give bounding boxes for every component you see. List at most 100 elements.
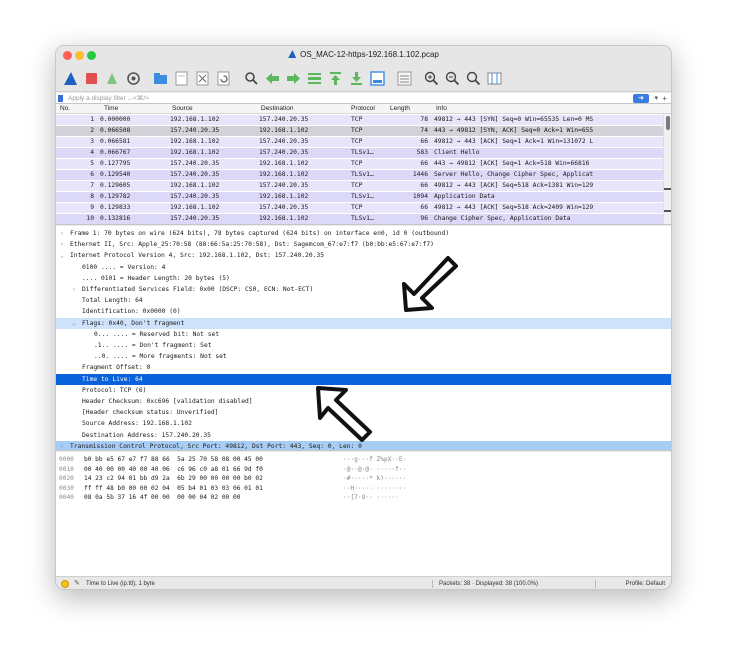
display-filter-input[interactable]: Apply a display filter ...<⌘/> xyxy=(68,93,149,104)
packet-cell-no: 5 xyxy=(90,160,94,167)
expand-chevron-icon[interactable]: ⌄ xyxy=(72,318,76,329)
detail-tree-text: .1.. .... = Don't fragment: Set xyxy=(94,342,212,349)
reload-file-icon[interactable] xyxy=(215,70,232,87)
column-header-time[interactable]: Time xyxy=(104,104,118,114)
packet-cell-info: Client Hello xyxy=(434,149,480,156)
packet-row[interactable]: 8 0.129782 157.240.20.35 192.168.1.102 TLSv1… xyxy=(56,192,671,203)
detail-tree-text: Destination Address: 157.240.20.35 xyxy=(82,431,211,439)
hex-dump-line[interactable]: 0030 ff ff 48 b0 00 00 02 04 05 b4 01 03 … xyxy=(56,484,671,494)
detail-tree-item[interactable]: 0100 .... = Version: 4 xyxy=(56,262,671,273)
column-header-protocol[interactable]: Protocol xyxy=(351,104,375,114)
detail-tree-item[interactable]: Identification: 0x0000 (0) xyxy=(56,306,671,317)
detail-tree-text: Protocol: TCP (6) xyxy=(82,386,147,394)
wireshark-window: OS_MAC-12-https-192.168.1.102.pcap Apply… xyxy=(55,45,672,590)
collapse-chevron-icon[interactable]: › xyxy=(72,284,76,295)
column-header-source[interactable]: Source xyxy=(172,104,193,114)
detail-tree-item[interactable]: Fragment Offset: 0 xyxy=(56,362,671,373)
packet-cell-proto: TCP xyxy=(351,138,363,145)
stop-capture-icon[interactable] xyxy=(83,70,100,87)
hex-dump-line[interactable]: 0010 00 40 00 00 40 00 40 06 c6 96 c0 a8 … xyxy=(56,465,671,475)
resize-columns-icon[interactable] xyxy=(486,70,503,87)
add-filter-button[interactable]: + xyxy=(662,93,667,104)
packet-cell-dst: 157.240.20.35 xyxy=(259,204,309,211)
go-to-packet-icon[interactable] xyxy=(306,70,323,87)
packet-cell-len: 1094 xyxy=(412,193,428,200)
packet-cell-dst: 157.240.20.35 xyxy=(259,116,309,123)
bookmark-icon[interactable] xyxy=(58,95,63,102)
detail-tree-text: Ethernet II, Src: Apple_25:70:58 (88:66:… xyxy=(70,241,434,249)
detail-tree-item[interactable]: 0... .... = Reserved bit: Not set xyxy=(56,329,671,340)
capture-options-icon[interactable] xyxy=(125,70,142,87)
packet-cell-dst: 157.240.20.35 xyxy=(259,138,309,145)
zoom-in-icon[interactable] xyxy=(423,70,440,87)
expand-chevron-icon[interactable]: ⌄ xyxy=(60,250,64,261)
detail-tree-text: .... 0101 = Header Length: 20 bytes (5) xyxy=(82,274,230,282)
hex-dump-line[interactable]: 0020 14 23 c2 94 01 bb d9 2a 6b 29 00 00 … xyxy=(56,474,671,484)
packet-row[interactable]: 2 0.066508 157.240.20.35 192.168.1.102 TCP 74… xyxy=(56,126,671,137)
packet-cell-proto: TLSv1… xyxy=(351,215,374,222)
packet-cell-len: 78 xyxy=(420,116,428,123)
autoscroll-icon[interactable] xyxy=(369,70,386,87)
close-file-icon[interactable] xyxy=(194,70,211,87)
detail-tree-item[interactable]: ⌄ Internet Protocol Version 4, Src: 192.1… xyxy=(56,250,671,261)
packet-row[interactable]: 1 0.000000 192.168.1.102 157.240.20.35 TCP 78… xyxy=(56,115,671,126)
packet-list: No. Time Source Destination Protocol Len… xyxy=(56,104,671,225)
detail-tree-item[interactable]: › Frame 1: 70 bytes on wire (624 bits), 7… xyxy=(56,228,671,239)
go-forward-icon[interactable] xyxy=(285,70,302,87)
edit-comment-icon[interactable]: ✎ xyxy=(74,577,80,589)
go-to-last-packet-icon[interactable] xyxy=(348,70,365,87)
detail-tree-item[interactable]: ⌄ Flags: 0x40, Don't fragment xyxy=(56,317,671,329)
packet-cell-proto: TCP xyxy=(351,127,363,134)
packet-row[interactable]: 10 0.132816 157.240.20.35 192.168.1.102 TLSv… xyxy=(56,214,671,224)
packet-row[interactable]: 6 0.129540 157.240.20.35 192.168.1.102 TLSv1… xyxy=(56,170,671,181)
packet-cell-info: 443 → 49812 [ACK] Seq=1 Ack=518 Win=6681… xyxy=(434,160,590,167)
status-profile[interactable]: Profile: Default xyxy=(626,577,665,589)
open-file-icon[interactable] xyxy=(152,70,169,87)
packet-cell-src: 157.240.20.35 xyxy=(170,193,220,200)
go-to-first-packet-icon[interactable] xyxy=(327,70,344,87)
hex-dump-hex: ff ff 48 b0 00 00 02 04 05 b4 01 03 03 0… xyxy=(84,484,263,492)
packet-cell-no: 7 xyxy=(90,182,94,189)
detail-tree-item[interactable]: ..0. .... = More fragments: Not set xyxy=(56,351,671,362)
normal-size-icon[interactable] xyxy=(465,70,482,87)
hex-dump-line[interactable]: 0040 08 0a 5b 37 16 4f 00 00 00 00 04 02 … xyxy=(56,493,671,503)
packet-row[interactable]: 9 0.129833 192.168.1.102 157.240.20.35 TCP 66… xyxy=(56,203,671,214)
detail-tree-item[interactable]: › Differentiated Services Field: 0x00 (DS… xyxy=(56,284,671,295)
packet-list-scrollbar[interactable] xyxy=(663,114,671,224)
expert-info-icon[interactable] xyxy=(61,580,69,588)
find-packet-icon[interactable] xyxy=(243,70,260,87)
colorize-icon[interactable] xyxy=(396,70,413,87)
hex-dump-ascii: ··H····· ········ xyxy=(343,484,407,492)
hex-dump-hex: 00 40 00 00 40 00 40 06 c6 96 c0 a8 01 6… xyxy=(84,465,263,473)
zoom-out-icon[interactable] xyxy=(444,70,461,87)
packet-row[interactable]: 7 0.129605 192.168.1.102 157.240.20.35 TCP 66… xyxy=(56,181,671,192)
detail-tree-item[interactable]: .... 0101 = Header Length: 20 bytes (5) xyxy=(56,273,671,284)
packet-cell-time: 0.129605 xyxy=(100,182,131,189)
packet-cell-time: 0.000000 xyxy=(100,116,131,123)
packet-row[interactable]: 4 0.066767 192.168.1.102 157.240.20.35 TLSv1… xyxy=(56,148,671,159)
detail-tree-item[interactable]: › Ethernet II, Src: Apple_25:70:58 (88:66… xyxy=(56,239,671,250)
collapse-chevron-icon[interactable]: › xyxy=(60,228,64,239)
filter-history-dropdown-icon[interactable]: ▾ xyxy=(654,93,658,104)
restart-capture-icon[interactable] xyxy=(104,70,121,87)
column-header-destination[interactable]: Destination xyxy=(261,104,294,114)
detail-tree-item[interactable]: Total Length: 64 xyxy=(56,295,671,306)
collapse-chevron-icon[interactable]: › xyxy=(60,441,64,450)
start-capture-icon[interactable] xyxy=(62,70,79,87)
packet-cell-no: 1 xyxy=(90,116,94,123)
column-header-no[interactable]: No. xyxy=(60,104,70,114)
column-header-length[interactable]: Length xyxy=(390,104,410,114)
apply-filter-button[interactable]: ➜ xyxy=(633,94,649,103)
packet-row[interactable]: 3 0.066581 192.168.1.102 157.240.20.35 TCP 66… xyxy=(56,137,671,148)
packet-row[interactable]: 5 0.127795 157.240.20.35 192.168.1.102 TCP 66… xyxy=(56,159,671,170)
packet-cell-src: 192.168.1.102 xyxy=(170,204,220,211)
collapse-chevron-icon[interactable]: › xyxy=(60,239,64,250)
hex-dump-hex: b0 bb e5 67 e7 f7 88 66 5a 25 70 58 08 0… xyxy=(84,456,263,463)
go-back-icon[interactable] xyxy=(264,70,281,87)
window-title-text: OS_MAC-12-https-192.168.1.102.pcap xyxy=(300,50,439,59)
scrollbar-thumb[interactable] xyxy=(666,116,670,130)
hex-dump-line[interactable]: 0000 b0 bb e5 67 e7 f7 88 66 5a 25 70 58 … xyxy=(56,455,671,465)
column-header-info[interactable]: Info xyxy=(436,104,447,114)
save-file-icon[interactable] xyxy=(173,70,190,87)
detail-tree-item[interactable]: .1.. .... = Don't fragment: Set xyxy=(56,340,671,351)
